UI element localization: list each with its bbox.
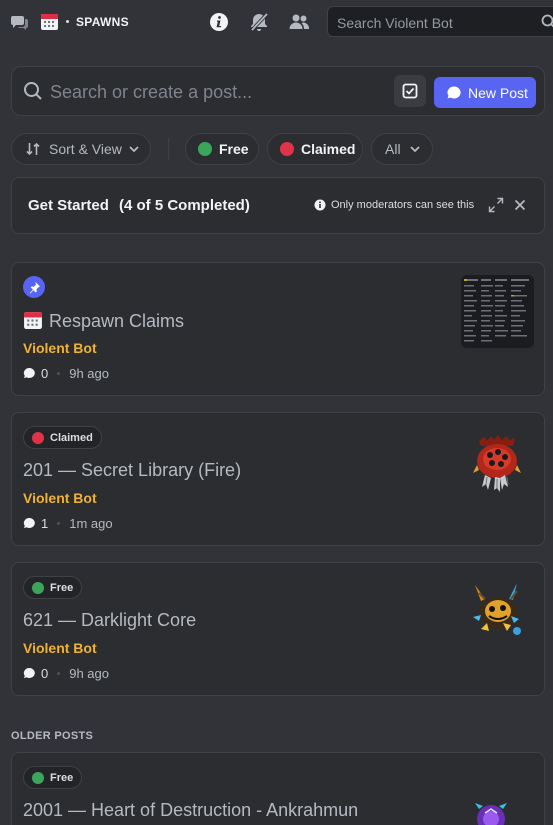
- channel-header: SPAWNS Search Violent Bot: [0, 0, 553, 44]
- close-icon[interactable]: [512, 197, 528, 213]
- purple-creature-sprite[interactable]: [461, 765, 534, 825]
- tag-filter-free-label: Free: [219, 141, 249, 157]
- post-meta: 0 9h ago: [23, 366, 109, 381]
- post-title: Respawn Claims: [23, 310, 184, 332]
- post-card[interactable]: Free 621 — Darklight Core Violent Bot 0 …: [11, 562, 545, 696]
- tag-label: Claimed: [50, 431, 93, 444]
- all-tags-dropdown[interactable]: All: [371, 133, 433, 165]
- post-author[interactable]: Violent Bot: [23, 340, 97, 356]
- get-started-title: Get Started: [28, 197, 109, 214]
- info-icon: [314, 199, 326, 211]
- post-author[interactable]: Violent Bot: [23, 490, 97, 506]
- post-author[interactable]: Violent Bot: [23, 640, 97, 656]
- tag-label: Free: [50, 771, 74, 784]
- reply-count: 0: [41, 366, 49, 381]
- post-title-text: 621 — Darklight Core: [23, 610, 197, 630]
- reply-count-icon: [23, 517, 35, 529]
- post-title-text: 201 — Secret Library (Fire): [23, 460, 242, 480]
- fire-creature-sprite[interactable]: [461, 425, 534, 498]
- sort-view-button[interactable]: Sort & View: [11, 133, 151, 165]
- members-icon[interactable]: [288, 11, 310, 33]
- tag-free: Free: [23, 766, 83, 789]
- reply-count-icon: [23, 667, 35, 679]
- post-title: 201 — Secret Library (Fire): [23, 460, 241, 481]
- get-started-banner[interactable]: Get Started (4 of 5 Completed) Only mode…: [11, 177, 545, 234]
- post-card[interactable]: Respawn Claims Violent Bot 0 9h ago: [11, 262, 545, 396]
- reply-count: 0: [41, 666, 49, 681]
- screenshot-thumbnail[interactable]: [461, 275, 534, 348]
- header-search-input[interactable]: Search Violent Bot: [327, 6, 553, 37]
- post-meta: 0 9h ago: [23, 666, 109, 681]
- moderator-note: Only moderators can see this: [331, 199, 475, 211]
- expand-icon[interactable]: [488, 197, 504, 213]
- chevron-down-icon: [409, 146, 420, 153]
- older-posts-heading: OLDER POSTS: [11, 730, 94, 742]
- search-icon: [23, 81, 43, 101]
- sort-view-label: Sort & View: [49, 141, 122, 157]
- tag-filter-claimed-label: Claimed: [301, 141, 356, 157]
- sort-icon: [26, 142, 40, 156]
- post-title-text: Respawn Claims: [49, 311, 185, 331]
- post-time: 1m ago: [69, 516, 113, 531]
- tag-filter-free[interactable]: Free: [185, 133, 259, 165]
- new-post-button[interactable]: New Post: [434, 77, 536, 108]
- reply-count: 1: [41, 516, 49, 531]
- new-post-label: New Post: [468, 84, 528, 101]
- reply-count-icon: [23, 367, 35, 379]
- meta-separator: [57, 522, 61, 525]
- chevron-down-icon: [129, 146, 139, 153]
- post-card[interactable]: Free 2001 — Heart of Destruction - Ankra…: [11, 752, 545, 825]
- forum-icon: [10, 12, 30, 32]
- search-icon: [541, 14, 553, 30]
- claimed-dot-icon: [32, 431, 44, 444]
- all-tags-label: All: [385, 141, 401, 157]
- meta-separator: [57, 672, 61, 675]
- darklight-creature-sprite[interactable]: [461, 575, 534, 648]
- free-dot-icon: [32, 771, 44, 784]
- free-dot-icon: [32, 581, 44, 594]
- post-time: 9h ago: [69, 366, 109, 381]
- channel-name: SPAWNS: [76, 15, 129, 29]
- tag-filter-button[interactable]: [394, 75, 426, 107]
- post-meta: 1 1m ago: [23, 516, 113, 531]
- post-card[interactable]: Claimed 201 — Secret Library (Fire) Viol…: [11, 412, 545, 546]
- meta-separator: [57, 372, 61, 375]
- tag-filter-claimed[interactable]: Claimed: [267, 133, 363, 165]
- post-title: 621 — Darklight Core: [23, 610, 196, 631]
- calendar-emoji-icon: [24, 312, 42, 329]
- info-icon[interactable]: [209, 12, 229, 32]
- get-started-progress: (4 of 5 Completed): [119, 197, 250, 214]
- tag-filter-icon: [402, 83, 418, 99]
- pin-icon: [23, 276, 45, 298]
- post-title-text: 2001 — Heart of Destruction - Ankrahmun: [23, 800, 359, 820]
- bell-slash-icon[interactable]: [248, 11, 270, 33]
- chat-bubble-icon: [447, 85, 461, 98]
- post-title: 2001 — Heart of Destruction - Ankrahmun: [23, 800, 358, 821]
- header-search-placeholder: Search Violent Bot: [337, 15, 453, 31]
- post-search-bar: New Post: [11, 66, 545, 116]
- claimed-dot-icon: [280, 142, 294, 156]
- free-dot-icon: [198, 142, 212, 156]
- tag-free: Free: [23, 576, 83, 599]
- post-search-input[interactable]: [50, 80, 380, 104]
- tag-claimed: Claimed: [23, 426, 102, 449]
- filter-divider: [168, 138, 169, 160]
- post-time: 9h ago: [69, 666, 109, 681]
- separator-dot: [66, 20, 69, 23]
- calendar-emoji-icon: [40, 12, 59, 31]
- tag-label: Free: [50, 581, 74, 594]
